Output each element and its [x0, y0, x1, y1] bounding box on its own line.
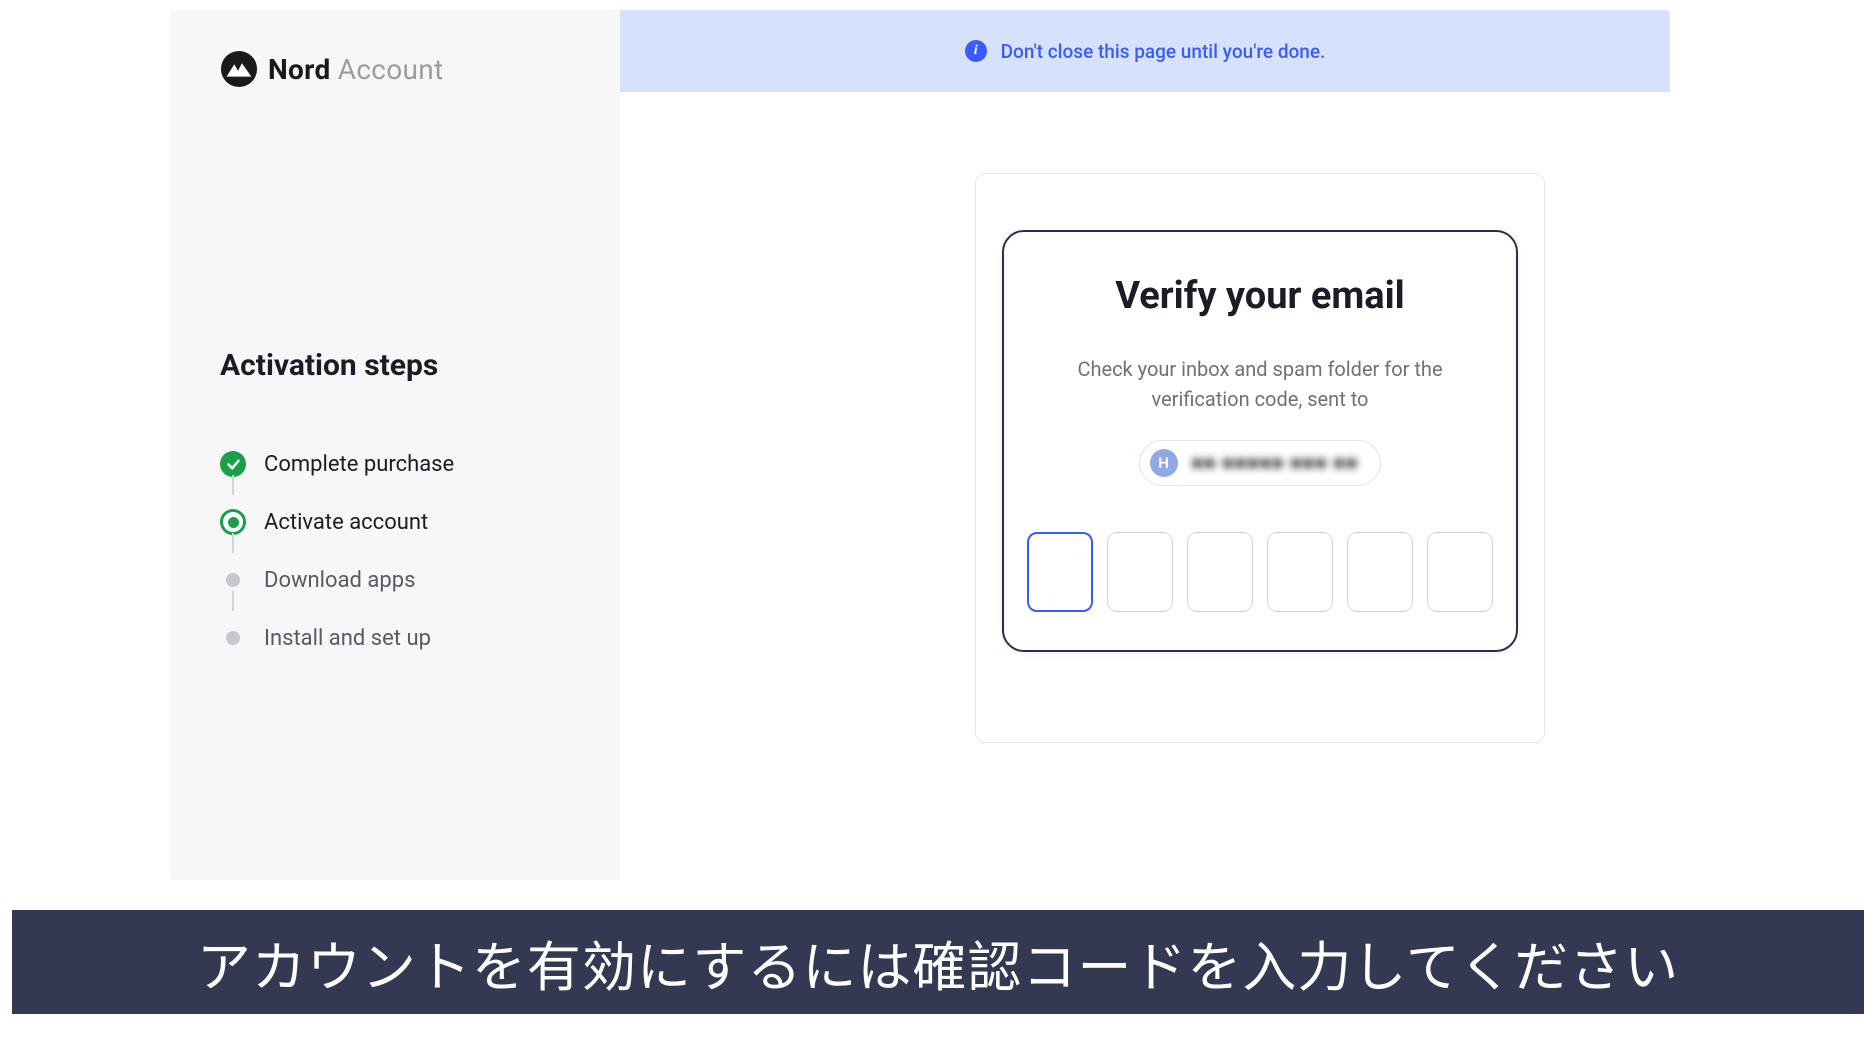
verify-card-wrapper: Verify your email Check your inbox and s… [975, 173, 1545, 743]
caption-bar: アカウントを有効にするには確認コードを入力してください [10, 908, 1866, 1016]
code-digit-5[interactable] [1347, 532, 1413, 612]
step-label: Download apps [264, 568, 415, 593]
step-label: Install and set up [264, 626, 431, 651]
brand-name: Nord Account [268, 53, 444, 86]
main-content: i Don't close this page until you're don… [620, 10, 1670, 880]
app-container: Nord Account Activation steps Complete p… [170, 10, 1670, 880]
mountain-icon [220, 50, 258, 88]
sidebar: Nord Account Activation steps Complete p… [170, 10, 620, 880]
verification-code-inputs [1042, 532, 1478, 612]
dot-icon [226, 631, 240, 645]
step-label: Complete purchase [264, 452, 454, 477]
code-digit-4[interactable] [1267, 532, 1333, 612]
step-activate-account: Activate account [220, 493, 570, 551]
verify-title: Verify your email [1042, 274, 1478, 318]
verify-subtitle: Check your inbox and spam folder for the… [1042, 354, 1478, 414]
step-label: Activate account [264, 510, 428, 535]
step-list: Complete purchase Activate account Downl… [220, 435, 570, 667]
code-digit-6[interactable] [1427, 532, 1493, 612]
email-pill: H ■■ ■■■■■ ■■■ ■■ [1139, 440, 1382, 486]
step-install-setup: Install and set up [220, 609, 570, 667]
step-download-apps: Download apps [220, 551, 570, 609]
email-masked: ■■ ■■■■■ ■■■ ■■ [1192, 451, 1359, 475]
code-digit-3[interactable] [1187, 532, 1253, 612]
code-digit-2[interactable] [1107, 532, 1173, 612]
brand-logo: Nord Account [220, 50, 570, 88]
avatar: H [1150, 449, 1178, 477]
step-complete-purchase: Complete purchase [220, 435, 570, 493]
radio-active-icon [220, 509, 246, 535]
dot-icon [226, 573, 240, 587]
info-banner: i Don't close this page until you're don… [620, 10, 1670, 92]
verify-email-card: Verify your email Check your inbox and s… [1002, 230, 1518, 652]
steps-title: Activation steps [220, 348, 570, 383]
check-circle-icon [220, 451, 246, 477]
caption-text: アカウントを有効にするには確認コードを入力してください [197, 923, 1679, 1002]
info-banner-text: Don't close this page until you're done. [1001, 40, 1326, 63]
code-digit-1[interactable] [1027, 532, 1093, 612]
activation-steps: Activation steps Complete purchase Activ… [220, 348, 570, 667]
info-icon: i [965, 40, 987, 62]
